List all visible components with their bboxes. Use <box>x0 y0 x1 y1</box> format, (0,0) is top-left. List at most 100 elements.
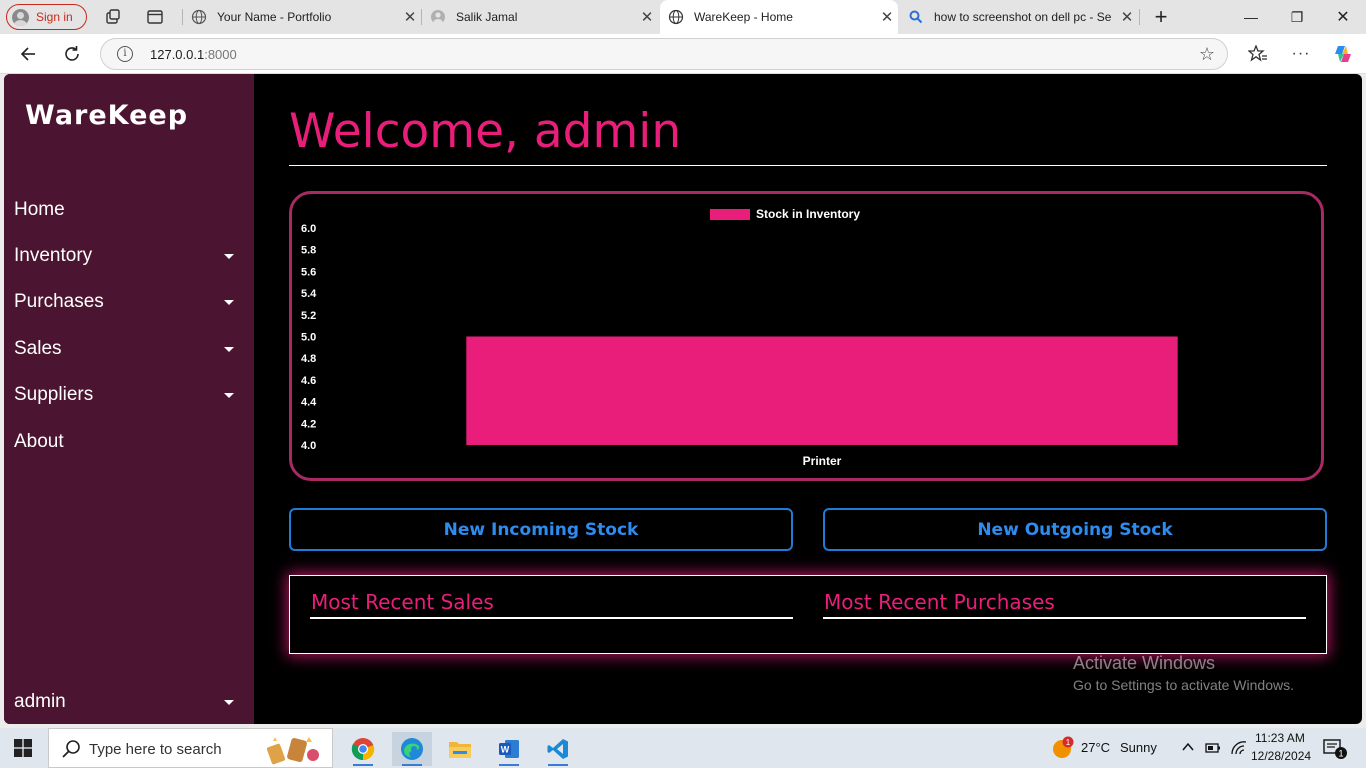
chrome-app-icon[interactable] <box>343 732 383 766</box>
copilot-icon[interactable] <box>1331 42 1355 66</box>
bar-printer <box>466 336 1178 445</box>
tab-warekeep-home[interactable]: WareKeep - Home ✕ <box>660 0 898 34</box>
notifications-icon[interactable]: 1 <box>1323 738 1349 760</box>
weather-temperature[interactable]: 27°C <box>1081 740 1110 755</box>
svg-text:1: 1 <box>1338 749 1343 759</box>
restore-icon[interactable]: ❐ <box>1274 0 1320 34</box>
battery-icon[interactable] <box>1205 741 1221 755</box>
new-incoming-stock-button[interactable]: New Incoming Stock <box>289 508 793 551</box>
x-tick-label: Printer <box>803 454 842 468</box>
tab-salik-jamal[interactable]: Salik Jamal ✕ <box>422 0 658 34</box>
weather-sun-icon[interactable]: 1 <box>1051 736 1075 760</box>
refresh-icon[interactable] <box>60 42 84 66</box>
tab-title: Salik Jamal <box>456 10 518 24</box>
tab-title: how to screenshot on dell pc - Se <box>934 10 1112 24</box>
minimize-icon[interactable]: — <box>1228 0 1274 34</box>
y-tick-label: 4.4 <box>301 397 317 409</box>
address-bar-row: i 127.0.0.1:8000 ☆ ··· <box>0 34 1366 74</box>
y-tick-label: 5.6 <box>301 266 316 278</box>
sidebar: WareKeep Home Inventory Purchases Sales … <box>4 74 254 724</box>
taskbar: Type here to search W 1 27°C Sunny 11:23… <box>0 728 1366 768</box>
globe-icon <box>668 9 684 25</box>
chart-canvas: 4.0 4.2 4.4 4.6 4.8 5.0 5.2 5.4 5.6 5.8 6.0 Stock i… <box>301 207 1178 468</box>
close-icon[interactable]: ✕ <box>636 8 658 26</box>
clock-time[interactable]: 11:23 AM <box>1255 731 1305 745</box>
clock-date[interactable]: 12/28/2024 <box>1251 749 1311 763</box>
vscode-app-icon[interactable] <box>538 732 578 766</box>
edge-app-icon[interactable] <box>392 732 432 766</box>
legend-label: Stock in Inventory <box>756 207 860 221</box>
activate-windows-subtitle: Go to Settings to activate Windows. <box>1073 677 1294 693</box>
y-tick-label: 5.2 <box>301 310 316 322</box>
profile-icon <box>12 8 29 26</box>
sidebar-item-label: Inventory <box>14 245 93 266</box>
close-icon[interactable]: ✕ <box>1116 8 1138 26</box>
y-tick-label: 4.0 <box>301 440 316 452</box>
workspaces-icon[interactable] <box>104 8 122 26</box>
favorite-star-icon[interactable]: ☆ <box>1199 44 1215 65</box>
network-icon[interactable] <box>1230 740 1248 756</box>
y-tick-label: 5.4 <box>301 288 317 300</box>
legend-swatch <box>710 209 750 220</box>
brand-logo[interactable]: WareKeep <box>25 100 188 131</box>
search-highlight-icon <box>266 737 319 765</box>
taskbar-search[interactable]: Type here to search <box>48 728 333 768</box>
new-outgoing-stock-button[interactable]: New Outgoing Stock <box>823 508 1327 551</box>
recent-activity-panel: Most Recent Sales Most Recent Purchases <box>289 575 1327 654</box>
y-tick-label: 5.8 <box>301 245 316 257</box>
main-content: Welcome, admin 4.0 4.2 4.4 4.6 4.8 5.0 5.2 5.4 5… <box>254 74 1362 724</box>
activate-windows-title: Activate Windows <box>1073 653 1216 673</box>
caret-down-icon <box>224 699 234 705</box>
tab-search-screenshot[interactable]: how to screenshot on dell pc - Se ✕ <box>900 0 1138 34</box>
sidebar-item-home[interactable]: Home <box>14 195 242 225</box>
y-tick-label: 4.6 <box>301 375 316 387</box>
tab-title: WareKeep - Home <box>694 10 793 24</box>
recent-purchases-divider <box>823 617 1306 619</box>
sidebar-item-sales[interactable]: Sales <box>14 334 242 364</box>
user-name: admin <box>14 691 66 712</box>
signin-label: Sign in <box>36 10 73 24</box>
sidebar-item-inventory[interactable]: Inventory <box>14 241 242 271</box>
tab-portfolio[interactable]: Your Name - Portfolio ✕ <box>183 0 421 34</box>
file-explorer-app-icon[interactable] <box>440 732 480 766</box>
sidebar-item-suppliers[interactable]: Suppliers <box>14 380 242 410</box>
signin-button[interactable]: Sign in <box>6 4 87 30</box>
windows-start-icon[interactable] <box>14 739 32 757</box>
favorites-icon[interactable] <box>1246 42 1270 66</box>
svg-text:1: 1 <box>1066 738 1071 747</box>
sidebar-item-label: Sales <box>14 338 62 359</box>
close-icon[interactable]: ✕ <box>399 8 421 26</box>
chevron-up-icon[interactable] <box>1181 741 1195 753</box>
app-viewport: WareKeep Home Inventory Purchases Sales … <box>4 74 1362 724</box>
search-placeholder: Type here to search <box>89 741 222 758</box>
search-icon <box>62 740 80 758</box>
caret-down-icon <box>224 253 234 259</box>
tab-actions-icon[interactable] <box>146 8 164 26</box>
user-menu[interactable]: admin <box>14 687 242 717</box>
sidebar-item-label: About <box>14 431 64 452</box>
new-tab-icon[interactable]: + <box>1138 0 1184 34</box>
y-tick-label: 4.2 <box>301 418 316 430</box>
title-divider <box>289 165 1327 166</box>
close-icon[interactable]: ✕ <box>876 8 898 26</box>
tab-title: Your Name - Portfolio <box>217 10 332 24</box>
recent-sales-divider <box>310 617 793 619</box>
caret-down-icon <box>224 346 234 352</box>
browser-tab-strip: Sign in Your Name - Portfolio ✕ Salik Ja… <box>0 0 1366 34</box>
y-tick-label: 6.0 <box>301 223 316 235</box>
inventory-chart: 4.0 4.2 4.4 4.6 4.8 5.0 5.2 5.4 5.6 5.8 6.0 Stock i… <box>289 191 1324 481</box>
word-app-icon[interactable]: W <box>489 732 529 766</box>
y-tick-label: 5.0 <box>301 332 316 344</box>
avatar-icon <box>431 10 445 25</box>
close-window-icon[interactable]: ✕ <box>1320 0 1366 34</box>
sidebar-item-about[interactable]: About <box>14 427 242 457</box>
sidebar-item-purchases[interactable]: Purchases <box>14 287 242 317</box>
site-info-icon[interactable]: i <box>117 46 133 62</box>
back-icon[interactable] <box>16 42 40 66</box>
sidebar-item-label: Home <box>14 199 65 220</box>
more-options-icon[interactable]: ··· <box>1289 42 1313 66</box>
url-bar[interactable]: i 127.0.0.1:8000 ☆ <box>100 38 1228 70</box>
svg-text:W: W <box>501 745 510 755</box>
weather-description[interactable]: Sunny <box>1120 740 1157 755</box>
globe-icon <box>191 9 207 25</box>
